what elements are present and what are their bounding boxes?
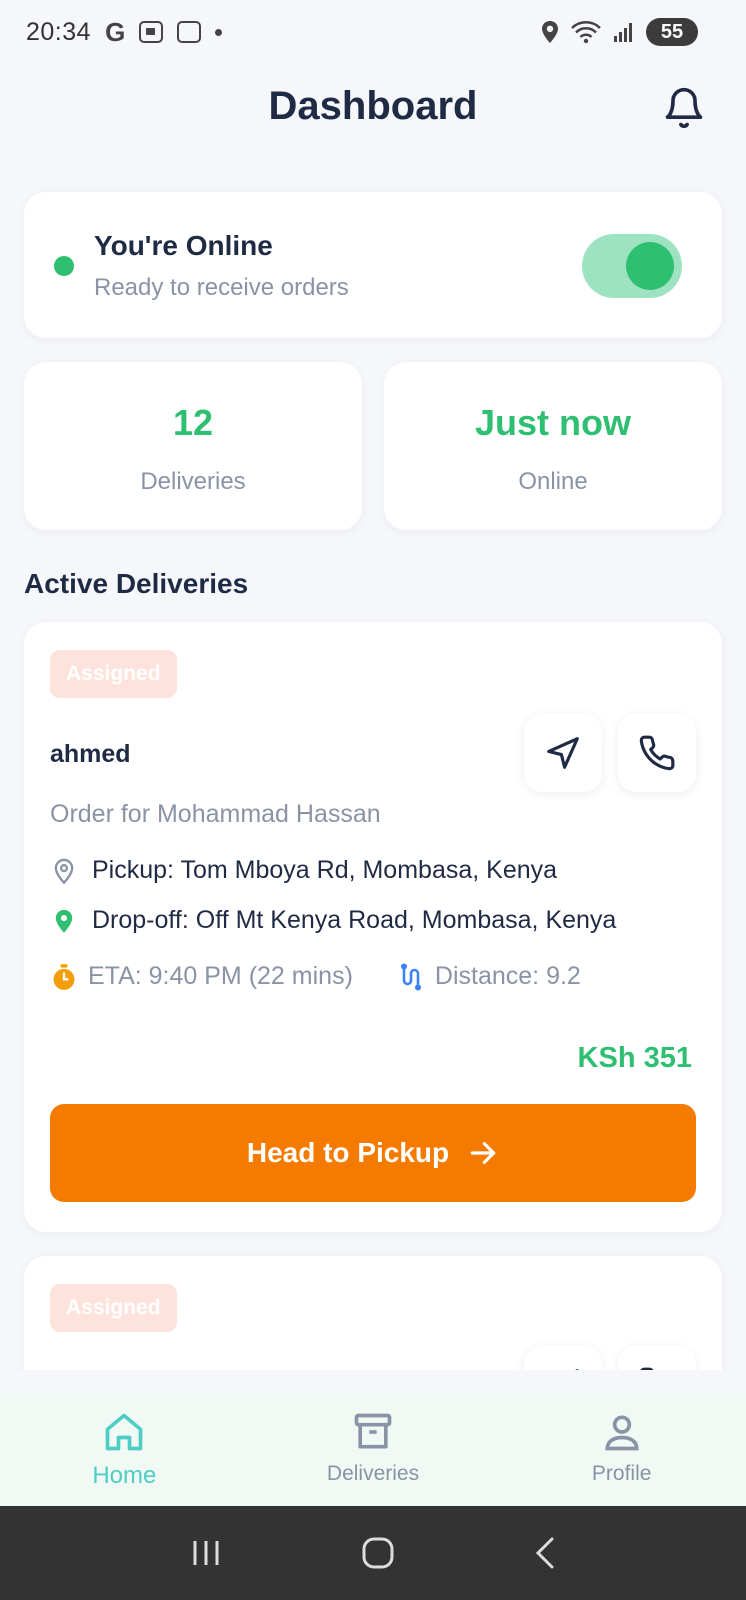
nav-label: Deliveries bbox=[326, 1462, 420, 1485]
order-for-text: Order for Mohammad Hassan bbox=[50, 800, 381, 828]
system-nav-bar bbox=[0, 1506, 746, 1600]
timer-icon bbox=[53, 963, 75, 990]
navigation-arrow-icon bbox=[547, 737, 579, 769]
pickup-address: Pickup: Tom Mboya Rd, Mombasa, Kenya bbox=[92, 856, 558, 884]
delivery-card[interactable]: Assigned bbox=[24, 1256, 722, 1370]
nav-item-profile[interactable]: Profile bbox=[497, 1394, 746, 1506]
scroll-area[interactable]: Assigned ahmed Order for Mohammad Hassan… bbox=[0, 0, 746, 1370]
nav-label: Profile bbox=[591, 1462, 652, 1485]
home-button-icon[interactable] bbox=[361, 1536, 395, 1570]
dropoff-row: Drop-off: Off Mt Kenya Road, Mombasa, Ke… bbox=[50, 906, 616, 935]
nav-label: Home bbox=[92, 1462, 157, 1489]
price: KSh 351 bbox=[577, 1042, 692, 1074]
navigation-arrow-icon bbox=[575, 1369, 579, 1370]
pin-outline-icon bbox=[54, 858, 74, 884]
status-badge: Assigned bbox=[50, 650, 177, 698]
status-badge: Assigned bbox=[50, 1284, 177, 1332]
phone-icon bbox=[639, 735, 675, 771]
distance-text: Distance: 9.2 bbox=[434, 962, 581, 990]
call-button[interactable] bbox=[618, 1346, 696, 1370]
navigate-button[interactable] bbox=[524, 1346, 602, 1370]
cta-label: Head to Pickup bbox=[246, 1137, 450, 1168]
delivery-card[interactable]: Assigned ahmed Order for Mohammad Hassan… bbox=[24, 622, 722, 1232]
archive-icon bbox=[354, 1413, 392, 1449]
back-icon[interactable] bbox=[533, 1536, 557, 1570]
recent-apps-icon[interactable] bbox=[189, 1538, 223, 1568]
route-icon bbox=[400, 962, 421, 991]
pickup-row: Pickup: Tom Mboya Rd, Mombasa, Kenya bbox=[50, 856, 557, 885]
nav-item-home[interactable]: Home bbox=[0, 1394, 249, 1506]
pin-filled-icon bbox=[55, 909, 73, 933]
dropoff-address: Drop-off: Off Mt Kenya Road, Mombasa, Ke… bbox=[92, 906, 617, 934]
navigate-button[interactable] bbox=[524, 714, 602, 792]
arrow-right-icon bbox=[470, 1142, 496, 1164]
home-icon bbox=[105, 1413, 143, 1451]
phone-icon bbox=[640, 1367, 654, 1370]
call-button[interactable] bbox=[618, 714, 696, 792]
head-to-pickup-button[interactable]: Head to Pickup bbox=[50, 1104, 696, 1202]
eta-text: ETA: 9:40 PM (22 mins) bbox=[88, 962, 353, 990]
nav-item-deliveries[interactable]: Deliveries bbox=[249, 1394, 498, 1506]
meta-row: ETA: 9:40 PM (22 mins) Distance: 9.2 bbox=[50, 962, 581, 991]
customer-name: ahmed bbox=[50, 740, 131, 768]
user-icon bbox=[605, 1415, 639, 1451]
bottom-nav: Home Deliveries Profile bbox=[0, 1394, 746, 1506]
